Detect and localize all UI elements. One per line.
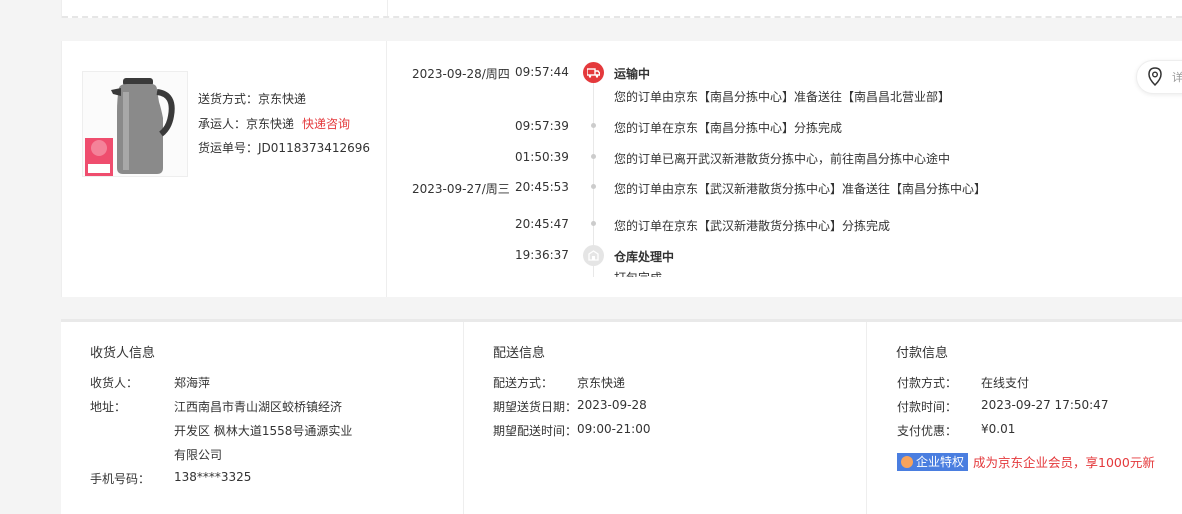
delivery-info: 配送信息 配送方式： 京东快递 期望送货日期： 2023-09-28 期望配送时… (463, 322, 866, 514)
product-thumbnail[interactable] (82, 71, 188, 177)
shipment-summary: 送货方式：京东快递 承运人：京东快递 快递咨询 货运单号：JD0118373412… (62, 41, 387, 297)
discount-label: 支付优惠： (897, 424, 958, 438)
enterprise-promo[interactable]: 企业特权 成为京东企业会员，享1000元新 (897, 452, 1155, 471)
discount-value: ¥0.01 (981, 422, 1016, 436)
enterprise-badge: 企业特权 (897, 452, 969, 471)
location-pin-icon (1148, 67, 1162, 87)
timeline-text: 您的订单已离开武汉新港散货分拣中心，前往南昌分拣中心途中 (614, 152, 951, 166)
tracking-number: JD0118373412696 (258, 141, 371, 155)
enterprise-badge-label: 企业特权 (916, 455, 965, 469)
tracking-timeline: 2023-09-28/周四 09:57:44 运输中 您的订单由京东【南昌分拣中… (387, 41, 1182, 277)
payment-time-label: 付款时间： (897, 400, 958, 414)
timeline-status: 运输中 (614, 67, 651, 81)
carrier-label: 承运人： (198, 116, 247, 131)
receiver-name-label: 收货人： (90, 376, 139, 390)
map-button-label: 详 (1172, 71, 1182, 84)
expected-time-label: 期望配送时间： (493, 424, 578, 438)
timeline-text: 您的订单由京东【武汉新港散货分拣中心】准备送往【南昌分拣中心】 (614, 182, 987, 196)
address-line: 江西南昌市青山湖区蛟桥镇经济 (174, 400, 343, 414)
timeline-text: 打包完成 (614, 269, 662, 277)
timeline-time: 09:57:39 (515, 119, 569, 133)
timeline-time: 20:45:53 (515, 180, 569, 194)
tracking-row: 货运单号：JD0118373412696 (198, 136, 370, 161)
enterprise-promo-text[interactable]: 成为京东企业会员，享1000元新 (973, 452, 1155, 471)
phone-number: 138****3325 (174, 470, 252, 484)
payment-title: 付款信息 (896, 346, 949, 361)
thermos-image (83, 72, 187, 176)
receiver-info: 收货人信息 收货人： 郑海萍 地址： 江西南昌市青山湖区蛟桥镇经济 开发区 枫林… (61, 322, 463, 514)
address-line: 有限公司 (174, 448, 223, 462)
shipment-info: 送货方式：京东快递 承运人：京东快递 快递咨询 货运单号：JD0118373412… (198, 87, 370, 161)
shipment-card: 送货方式：京东快递 承运人：京东快递 快递咨询 货运单号：JD0118373412… (61, 41, 1182, 297)
timeline-dot (591, 154, 596, 159)
carrier-row: 承运人：京东快递 快递咨询 (198, 112, 370, 137)
gift-icon (901, 455, 913, 468)
delivery-method-value: 京东快递 (258, 92, 307, 106)
phone-label: 手机号码： (90, 472, 151, 486)
timeline-time: 09:57:44 (515, 65, 569, 79)
payment-info: 付款信息 付款方式： 在线支付 付款时间： 2023-09-27 17:50:4… (866, 322, 1182, 514)
expected-time: 09:00-21:00 (577, 422, 651, 436)
timeline-dot (591, 123, 596, 128)
timeline-dot (591, 184, 596, 189)
courier-inquiry-link[interactable]: 快递咨询 (302, 117, 350, 131)
previous-card-edge (61, 0, 1182, 18)
carrier-value: 京东快递 (246, 116, 295, 131)
timeline-status: 仓库处理中 (614, 250, 675, 264)
transit-icon (583, 62, 604, 83)
expected-date-label: 期望送货日期： (493, 400, 578, 414)
expected-date: 2023-09-28 (577, 398, 647, 412)
delivery-method-label: 送货方式： (198, 92, 259, 106)
warehouse-icon (583, 245, 604, 266)
payment-method: 在线支付 (981, 376, 1030, 390)
dashed-divider (62, 16, 1182, 18)
delivery-method-row: 送货方式：京东快递 (198, 87, 370, 112)
map-view-button[interactable]: 详 (1136, 60, 1182, 94)
timeline-text: 您的订单在京东【南昌分拣中心】分拣完成 (614, 121, 843, 135)
delivery-method-value: 京东快递 (577, 376, 626, 390)
tracking-label: 货运单号： (198, 141, 259, 155)
timeline-dot (591, 221, 596, 226)
timeline-time: 19:36:37 (515, 248, 569, 262)
payment-time: 2023-09-27 17:50:47 (981, 398, 1109, 412)
address-line: 开发区 枫林大道1558号通源实业 (174, 424, 353, 438)
timeline-time: 01:50:39 (515, 150, 569, 164)
timeline-text: 您的订单由京东【南昌分拣中心】准备送往【南昌昌北营业部】 (614, 90, 951, 104)
payment-method-label: 付款方式： (897, 376, 958, 390)
timeline-date: 2023-09-28/周四 (412, 67, 510, 81)
delivery-method-label: 配送方式： (493, 376, 554, 390)
delivery-title: 配送信息 (493, 346, 546, 361)
order-info-panel: 收货人信息 收货人： 郑海萍 地址： 江西南昌市青山湖区蛟桥镇经济 开发区 枫林… (61, 319, 1182, 514)
timeline-time: 20:45:47 (515, 217, 569, 231)
timeline-date: 2023-09-27/周三 (412, 182, 510, 196)
receiver-title: 收货人信息 (90, 346, 156, 361)
address-label: 地址： (90, 400, 127, 414)
receiver-name: 郑海萍 (174, 376, 211, 390)
timeline-text: 您的订单在京东【武汉新港散货分拣中心】分拣完成 (614, 219, 891, 233)
